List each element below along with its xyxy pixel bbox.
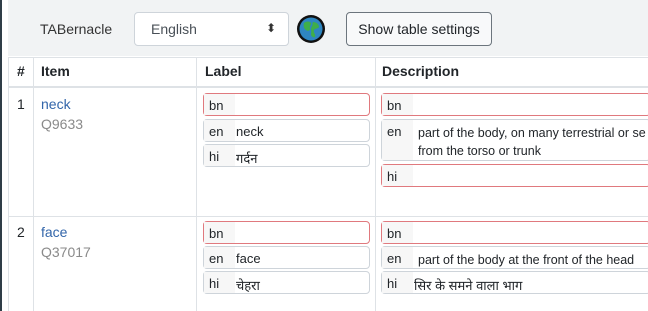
language-select[interactable]: English ⬍ bbox=[134, 12, 289, 46]
toolbar: TABernacle English ⬍ Show table settings bbox=[8, 0, 648, 56]
table-header-bottom-border bbox=[8, 86, 648, 88]
lang-code: hi bbox=[387, 169, 398, 184]
label-field-en[interactable]: en neck bbox=[203, 119, 370, 142]
lang-code: bn bbox=[209, 226, 224, 241]
item-link[interactable]: neck bbox=[41, 96, 71, 112]
lang-code: bn bbox=[387, 226, 402, 241]
label-field-bn[interactable]: bn bbox=[203, 93, 370, 116]
header-item: Item bbox=[41, 63, 70, 79]
label-field-hi[interactable]: hi गर्दन bbox=[203, 144, 370, 167]
globe-icon[interactable] bbox=[296, 14, 326, 44]
label-value: गर्दन bbox=[236, 151, 258, 166]
row-number: 1 bbox=[17, 96, 25, 112]
item-id: Q9633 bbox=[41, 116, 84, 132]
label-value: face bbox=[236, 251, 261, 266]
description-field-bn[interactable]: bn bbox=[381, 93, 648, 116]
lang-code: hi bbox=[209, 149, 220, 164]
description-field-en[interactable]: en part of the body at the front of the … bbox=[381, 246, 648, 269]
table-row-divider bbox=[8, 216, 648, 217]
table-left-border bbox=[8, 57, 9, 311]
description-field-en[interactable]: en part of the body, on many terrestrial… bbox=[381, 119, 648, 161]
lang-code: en bbox=[209, 251, 224, 266]
column-divider bbox=[196, 57, 197, 311]
label-field-en[interactable]: en face bbox=[203, 246, 370, 269]
select-arrows-icon: ⬍ bbox=[265, 21, 276, 35]
column-divider bbox=[375, 57, 376, 311]
lang-code: en bbox=[387, 124, 402, 139]
label-value: neck bbox=[236, 124, 264, 139]
item-link[interactable]: face bbox=[41, 224, 67, 240]
lang-code: hi bbox=[387, 276, 398, 291]
label-field-hi[interactable]: hi चेहरा bbox=[203, 271, 370, 294]
label-field-bn[interactable]: bn bbox=[203, 221, 370, 244]
header-label: Label bbox=[205, 63, 242, 79]
lang-code: en bbox=[209, 124, 224, 139]
item-id: Q37017 bbox=[41, 244, 91, 260]
left-edge-divider bbox=[0, 0, 2, 311]
header-number: # bbox=[17, 63, 25, 79]
description-value: part of the body at the front of the hea… bbox=[418, 253, 635, 267]
language-select-value: English bbox=[151, 21, 197, 37]
description-field-hi[interactable]: hi सिर के समने वाला भाग bbox=[381, 271, 648, 294]
table-header-top-border bbox=[8, 57, 648, 58]
lang-code: en bbox=[387, 251, 402, 266]
description-value-line1: part of the body, on many terrestrial or… bbox=[418, 126, 646, 140]
header-description: Description bbox=[382, 63, 460, 79]
column-divider bbox=[33, 57, 34, 311]
lang-code: bn bbox=[209, 98, 224, 113]
description-field-hi[interactable]: hi bbox=[381, 164, 648, 187]
description-value: सिर के समने वाला भाग bbox=[414, 278, 523, 293]
row-number: 2 bbox=[17, 224, 25, 240]
app-name: TABernacle bbox=[40, 21, 113, 37]
lang-code: hi bbox=[209, 276, 220, 291]
label-value: चेहरा bbox=[236, 278, 260, 293]
description-value-line2: from the torso or trunk bbox=[418, 144, 541, 158]
show-table-settings-button[interactable]: Show table settings bbox=[346, 12, 492, 46]
description-field-bn[interactable]: bn bbox=[381, 221, 648, 244]
lang-code: bn bbox=[387, 98, 402, 113]
